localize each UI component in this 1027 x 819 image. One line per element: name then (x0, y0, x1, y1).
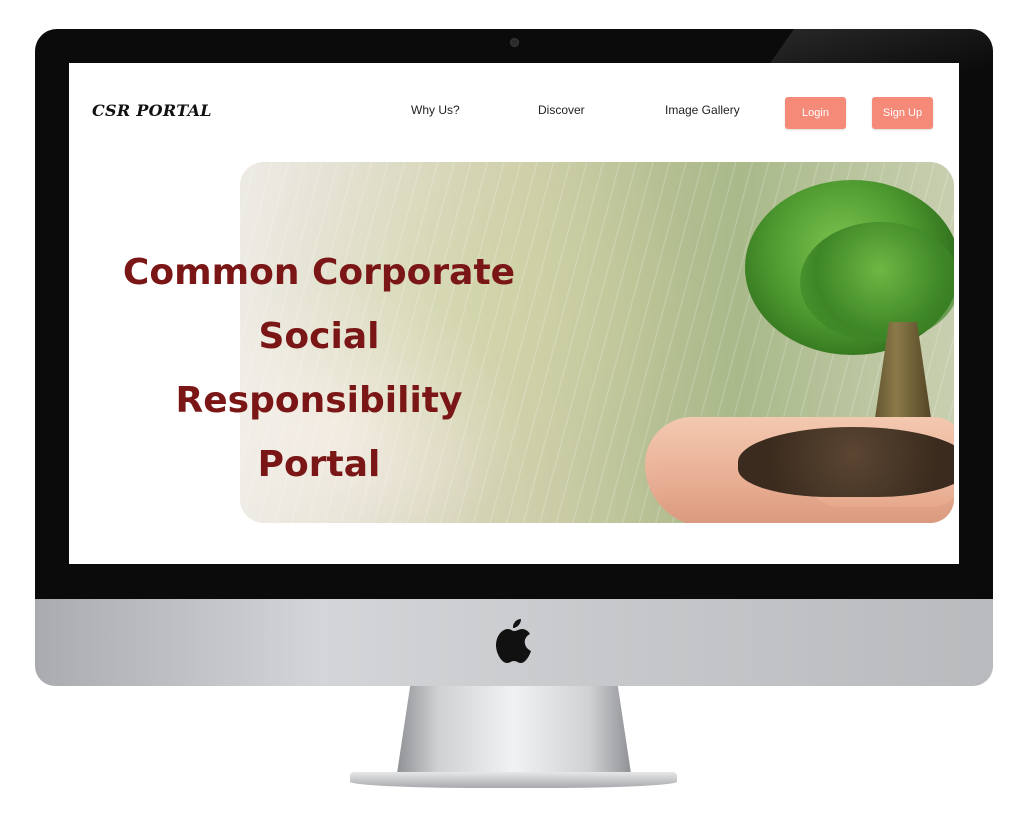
nav-link-discover[interactable]: Discover (538, 103, 585, 117)
screen: CSR PORTAL Why Us? Discover Image Galler… (69, 63, 959, 564)
hero-title-line-3: Portal (257, 444, 381, 485)
hero-title: Common Corporate Social Responsibility P… (109, 241, 529, 497)
monitor-stand-base (350, 772, 677, 788)
apple-logo-icon (496, 619, 531, 663)
nav-link-why-us[interactable]: Why Us? (411, 103, 460, 117)
login-button[interactable]: Login (785, 97, 846, 129)
camera-icon (510, 38, 519, 47)
hero-title-line-1: Common Corporate (122, 252, 516, 293)
brand-logo[interactable]: CSR PORTAL (92, 101, 212, 120)
sign-up-button[interactable]: Sign Up (872, 97, 933, 129)
nav-link-image-gallery[interactable]: Image Gallery (665, 103, 740, 117)
monitor-stand (396, 686, 632, 780)
hero-title-line-2: Social Responsibility (175, 316, 463, 421)
